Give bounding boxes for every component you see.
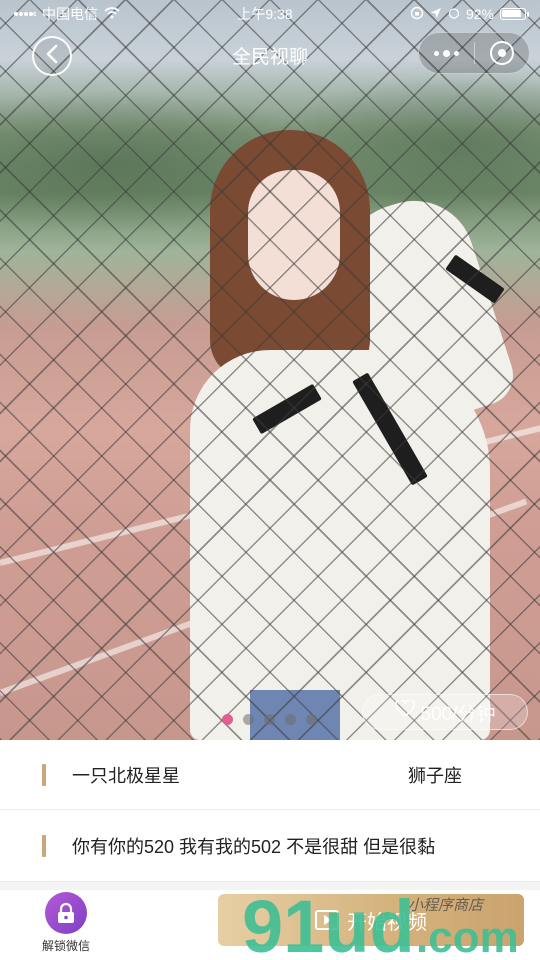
price-badge: 500/分钟 [362,694,528,730]
carousel-dot[interactable] [264,714,275,725]
carousel-dot[interactable] [222,714,233,725]
chevron-left-icon [44,44,60,69]
lock-rotation-icon [410,6,424,23]
carousel-dot[interactable] [306,714,317,725]
page-title: 全民视聊 [231,47,308,68]
nickname: 一只北极星星 [72,765,180,786]
accent-bar [42,834,46,857]
clock: 上午9:38 [237,6,293,22]
alarm-icon [448,6,460,22]
start-video-button[interactable]: 开始视频 [218,894,524,946]
motto-text: 你有你的520 我有我的502 不是很甜 但是很黏 [72,836,436,857]
unlock-label: 解锁微信 [41,939,90,953]
more-button[interactable] [419,33,474,73]
motto-row: 你有你的520 我有我的502 不是很甜 但是很黏 [0,810,540,882]
carousel-dot[interactable] [285,714,296,725]
nickname-row: 一只北极星星 狮子座 [0,740,540,810]
wifi-icon [104,6,120,22]
carousel-dot[interactable] [243,714,254,725]
heart-icon [394,698,415,724]
target-icon [489,41,514,65]
start-video-label: 开始视频 [347,911,427,934]
status-bar: 中国电信 上午9:38 92% [0,0,540,28]
profile-photo[interactable] [0,0,540,740]
close-miniprogram-button[interactable] [475,33,530,73]
bottom-action-bar: 解锁微信 开始视频 [0,890,540,960]
miniprogram-capsule [418,32,530,74]
back-button[interactable] [32,36,72,76]
more-dots-icon [433,49,459,57]
battery-percent: 92% [465,6,494,22]
carousel-indicators [222,714,317,725]
video-play-icon [315,910,339,930]
chain-link-fence [0,0,540,740]
zodiac-sign: 狮子座 [408,765,462,786]
accent-bar [42,763,46,786]
carrier-name: 中国电信 [42,6,98,22]
price-text: 500/分钟 [420,703,496,725]
location-icon [430,6,442,22]
unlock-icon [45,892,87,934]
battery-icon [500,8,529,20]
unlock-wechat-button[interactable]: 解锁微信 [36,890,96,954]
signal-icon [14,6,37,22]
section-gap [0,882,540,890]
